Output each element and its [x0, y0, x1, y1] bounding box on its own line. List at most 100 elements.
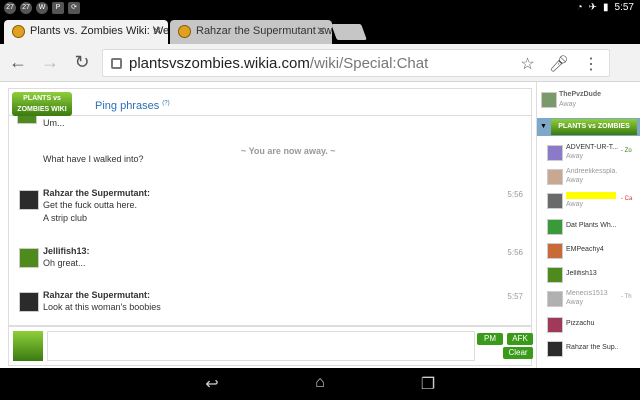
user-item[interactable]: ADVENT-UR-T... Away - Zo: [537, 142, 640, 166]
afk-button[interactable]: AFK: [507, 333, 533, 345]
tab-pvz-wiki[interactable]: Plants vs. Zombies Wiki: We ✕: [4, 20, 168, 44]
avatar: [547, 243, 563, 259]
browser-toolbar: ← → ↻ plantsvszombies.wikia.com/wiki/Spe…: [0, 44, 640, 82]
star-icon[interactable]: ☆: [520, 54, 534, 74]
user-item[interactable]: Jellifish13: [537, 264, 640, 288]
ping-phrases-label[interactable]: Ping phrases: [95, 100, 159, 112]
message-author: Jellifish13:: [43, 246, 90, 256]
user-status-message: - Ca: [621, 196, 633, 202]
back-arrow-icon[interactable]: ←: [8, 52, 28, 72]
user-item[interactable]: Pizzachu: [537, 314, 640, 338]
user-name: ThePvzDude: [559, 91, 602, 98]
user-item[interactable]: Menecis1513 Away - Th: [537, 288, 640, 312]
avatar: [547, 317, 563, 333]
message-time: 5:56: [507, 248, 523, 257]
url-host: plantsvszombies.wikia.com: [129, 55, 310, 72]
tab-label: Rahzar the Supermutant sw: [196, 25, 332, 37]
back-icon[interactable]: ↩: [200, 374, 224, 393]
microphone-icon[interactable]: 🎤︎: [549, 54, 569, 74]
user-item[interactable]: Andreelikesspla... Away: [537, 166, 640, 190]
home-icon[interactable]: ⌂: [308, 374, 332, 392]
favicon-icon: [178, 25, 191, 38]
away-notice: ~ You are now away. ~: [241, 146, 336, 156]
status-icons: 27 27 W P ⟳: [4, 2, 80, 14]
address-bar[interactable]: plantsvszombies.wikia.com/wiki/Special:C…: [102, 49, 610, 77]
user-name: Dat Plants Wh...: [566, 222, 617, 229]
ping-phrases-link[interactable]: Ping phrases (?): [95, 100, 170, 112]
battery-icon: ▮: [603, 2, 609, 13]
user-name: Rahzar the Sup...: [566, 344, 618, 351]
system-nav-bar: ↩ ⌂ ❐: [0, 368, 640, 400]
notification-icon: 27: [4, 2, 16, 14]
close-icon[interactable]: ✕: [152, 24, 162, 38]
user-name-highlighted: [566, 192, 616, 199]
user-item[interactable]: Rahzar the Sup...: [537, 338, 640, 362]
avatar: [19, 248, 39, 268]
wifi-icon: ◔: [576, 2, 583, 13]
message-text: Get the fuck outta here.: [43, 200, 138, 210]
avatar: [19, 190, 39, 210]
avatar: [547, 341, 563, 357]
menu-icon[interactable]: ⋮: [583, 54, 599, 74]
ping-help-link[interactable]: (?): [162, 100, 169, 106]
user-status: Away: [566, 177, 583, 184]
message-text: Um...: [43, 118, 65, 128]
favicon-icon: [12, 25, 25, 38]
avatar: [547, 291, 563, 307]
clock: 5:57: [614, 2, 634, 13]
message-author: Rahzar the Supermutant:: [43, 290, 151, 300]
chat-header: [8, 88, 532, 116]
user-status: Away: [559, 101, 576, 108]
user-status: Away: [566, 299, 583, 306]
message-author: Rahzar the Supermutant:: [43, 188, 151, 198]
chevron-down-icon[interactable]: ▼: [540, 123, 547, 130]
user-item[interactable]: EMPeachy4: [537, 240, 640, 264]
recents-icon[interactable]: ❐: [416, 374, 440, 393]
self-user[interactable]: ThePvzDude Away: [537, 88, 640, 116]
airplane-icon: ✈: [588, 2, 598, 13]
status-bar: 27 27 W P ⟳ ◔ ✈ ▮ 5:57: [0, 0, 640, 18]
close-icon[interactable]: ✕: [316, 24, 326, 38]
message-text: A strip club: [43, 213, 88, 223]
user-item[interactable]: Away - Ca: [537, 190, 640, 214]
message-time: 5:57: [507, 292, 523, 301]
page-content: PLANTS vs ZOMBIES WIKI Ping phrases (?) …: [0, 82, 640, 368]
message-text: Oh great...: [43, 258, 86, 268]
message-pane[interactable]: Um... What have I walked into? ~ You are…: [8, 116, 532, 326]
avatar: [547, 267, 563, 283]
tab-strip: Plants vs. Zombies Wiki: We ✕ Rahzar the…: [0, 18, 640, 44]
pm-button[interactable]: PM: [477, 333, 503, 345]
user-name: Menecis1513: [566, 290, 608, 297]
tab-rahzar[interactable]: Rahzar the Supermutant sw ✕: [170, 20, 332, 44]
avatar: [547, 169, 563, 185]
user-avatar: [13, 331, 43, 361]
avatar: [547, 145, 563, 161]
message-text: Look at this woman's boobies: [43, 302, 161, 312]
user-status-message: - Zo: [621, 148, 632, 154]
reload-icon[interactable]: ↻: [72, 52, 92, 72]
user-list: ThePvzDude Away ▼ PLANTS vs ZOMBIES WIKI…: [536, 82, 640, 368]
avatar: [541, 92, 557, 108]
room-logo: PLANTS vs ZOMBIES WIKI: [551, 119, 637, 146]
user-name: ADVENT-UR-T...: [566, 144, 618, 151]
notification-icon: 27: [20, 2, 32, 14]
user-name: Pizzachu: [566, 320, 595, 327]
avatar: [19, 292, 39, 312]
avatar: [547, 193, 563, 209]
message-time: 5:56: [507, 190, 523, 199]
message-text: What have I walked into?: [43, 154, 144, 164]
room-header[interactable]: ▼ PLANTS vs ZOMBIES WIKI: [537, 118, 640, 146]
user-name: Jellifish13: [566, 270, 597, 277]
new-tab-button[interactable]: [331, 24, 367, 40]
user-status: Away: [566, 201, 583, 208]
user-name: EMPeachy4: [566, 246, 604, 253]
user-item[interactable]: Dat Plants Wh...: [537, 216, 640, 240]
wiki-logo[interactable]: PLANTS vs ZOMBIES WIKI: [12, 92, 72, 116]
chat-input[interactable]: [47, 331, 475, 361]
user-name: Andreelikesspla...: [566, 168, 618, 175]
clear-button[interactable]: Clear: [503, 347, 533, 359]
notification-icon: P: [52, 2, 64, 14]
forward-arrow-icon[interactable]: →: [40, 52, 60, 72]
notification-icon: W: [36, 2, 48, 14]
user-status: Away: [566, 153, 583, 160]
